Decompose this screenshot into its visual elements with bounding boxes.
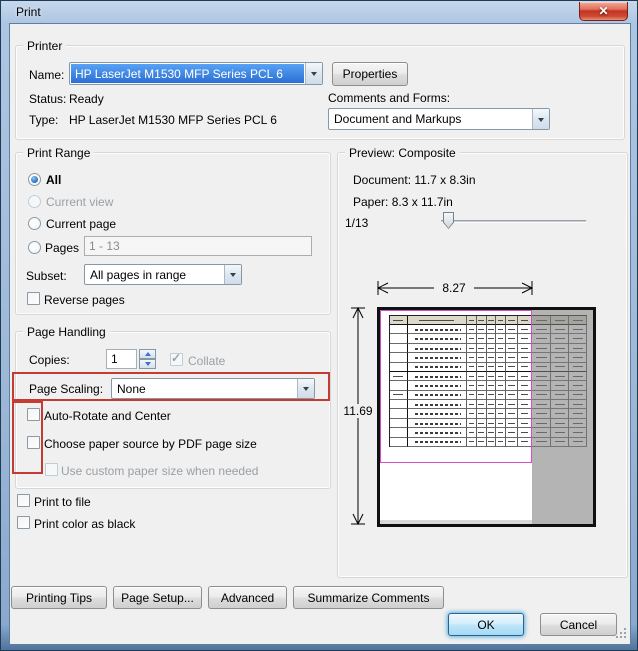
close-button[interactable]: ✕ [579, 2, 628, 21]
cancel-button[interactable]: Cancel [540, 613, 617, 636]
reverse-pages-label: Reverse pages [44, 293, 125, 307]
subset-label: Subset: [26, 269, 67, 283]
height-dimension-value: 11.69 [339, 404, 377, 418]
radio-all[interactable] [28, 173, 41, 186]
preview-paper-info: Paper: 8.3 x 11.7in [353, 195, 453, 209]
copies-label: Copies: [29, 353, 70, 367]
chevron-up-icon [145, 349, 151, 356]
subset-select[interactable]: All pages in range [84, 264, 242, 285]
print-color-black-checkbox[interactable] [17, 516, 30, 529]
comments-forms-select[interactable]: Document and Markups [328, 108, 550, 130]
page-setup-button[interactable]: Page Setup... [113, 586, 202, 609]
clipped-region-overlay [532, 310, 593, 524]
auto-rotate-label: Auto-Rotate and Center [44, 409, 171, 423]
pages-range-input[interactable]: 1 - 13 [84, 236, 312, 256]
type-label: Type: [29, 113, 58, 127]
annotation-box-page-scaling [12, 372, 330, 401]
print-dialog: Print ✕ Printer Name: HP LaserJet M1530 … [0, 0, 638, 651]
radio-pages[interactable] [28, 241, 41, 254]
radio-current-view-label: Current view [46, 195, 113, 209]
page-handling-group-label: Page Handling [23, 325, 110, 339]
window-title: Print [16, 5, 41, 19]
type-value: HP LaserJet M1530 MFP Series PCL 6 [69, 113, 277, 127]
printer-group-label: Printer [23, 39, 66, 53]
preview-page [377, 307, 596, 527]
preview-page-indicator: 1/13 [345, 216, 368, 230]
copies-input[interactable]: 1 [106, 349, 137, 369]
status-value: Ready [69, 92, 104, 106]
preview-group-label: Preview: Composite [345, 146, 460, 160]
titlebar[interactable]: Print ✕ [1, 1, 637, 23]
radio-pages-label: Pages [45, 241, 79, 255]
status-label: Status: [29, 92, 66, 106]
collate-label: Collate [188, 354, 225, 368]
copies-stepper[interactable] [139, 349, 156, 369]
printer-name-value: HP LaserJet M1530 MFP Series PCL 6 [71, 64, 304, 83]
choose-paper-source-label: Choose paper source by PDF page size [44, 437, 257, 451]
custom-paper-size-checkbox [45, 463, 58, 476]
check-icon: ✓ [171, 351, 181, 365]
radio-current-view [28, 195, 41, 208]
chevron-down-icon [230, 273, 236, 280]
comments-forms-value: Document and Markups [329, 109, 532, 129]
printable-area-outline [380, 310, 532, 463]
comments-forms-label: Comments and Forms: [328, 91, 450, 105]
radio-current-page-label: Current page [46, 217, 116, 231]
paper-bottom-edge [380, 520, 532, 524]
collate-checkbox: ✓ [170, 353, 183, 366]
printer-name-select[interactable]: HP LaserJet M1530 MFP Series PCL 6 [69, 62, 323, 85]
reverse-pages-checkbox[interactable] [27, 292, 40, 305]
subset-value: All pages in range [85, 265, 224, 284]
stepper-down-button[interactable] [139, 359, 156, 369]
resize-grip[interactable] [616, 628, 626, 638]
properties-button[interactable]: Properties [332, 62, 408, 86]
summarize-comments-button[interactable]: Summarize Comments [293, 586, 444, 609]
preview-document-info: Document: 11.7 x 8.3in [353, 173, 476, 187]
close-icon: ✕ [598, 5, 608, 17]
custom-paper-size-label: Use custom paper size when needed [61, 464, 258, 478]
chevron-down-icon [538, 118, 544, 125]
printing-tips-button[interactable]: Printing Tips [11, 586, 107, 609]
annotation-box-checkboxes [12, 401, 43, 474]
stepper-up-button[interactable] [139, 349, 156, 359]
ok-button[interactable]: OK [448, 613, 524, 636]
print-range-group-label: Print Range [23, 146, 94, 160]
print-to-file-checkbox[interactable] [17, 494, 30, 507]
print-to-file-label: Print to file [34, 495, 91, 509]
chevron-down-icon [311, 72, 317, 79]
chevron-down-icon [145, 362, 151, 369]
print-color-black-label: Print color as black [34, 517, 135, 531]
printer-name-dropdown-button[interactable] [305, 63, 322, 84]
advanced-button[interactable]: Advanced [208, 586, 287, 609]
radio-current-page[interactable] [28, 217, 41, 230]
preview-page-slider[interactable] [441, 220, 586, 223]
print-range-group [15, 152, 331, 315]
width-dimension-value: 8.27 [434, 281, 474, 295]
subset-dropdown-button[interactable] [224, 265, 241, 284]
radio-all-label: All [46, 173, 61, 187]
printer-name-label: Name: [29, 68, 64, 82]
comments-forms-dropdown-button[interactable] [532, 109, 549, 129]
